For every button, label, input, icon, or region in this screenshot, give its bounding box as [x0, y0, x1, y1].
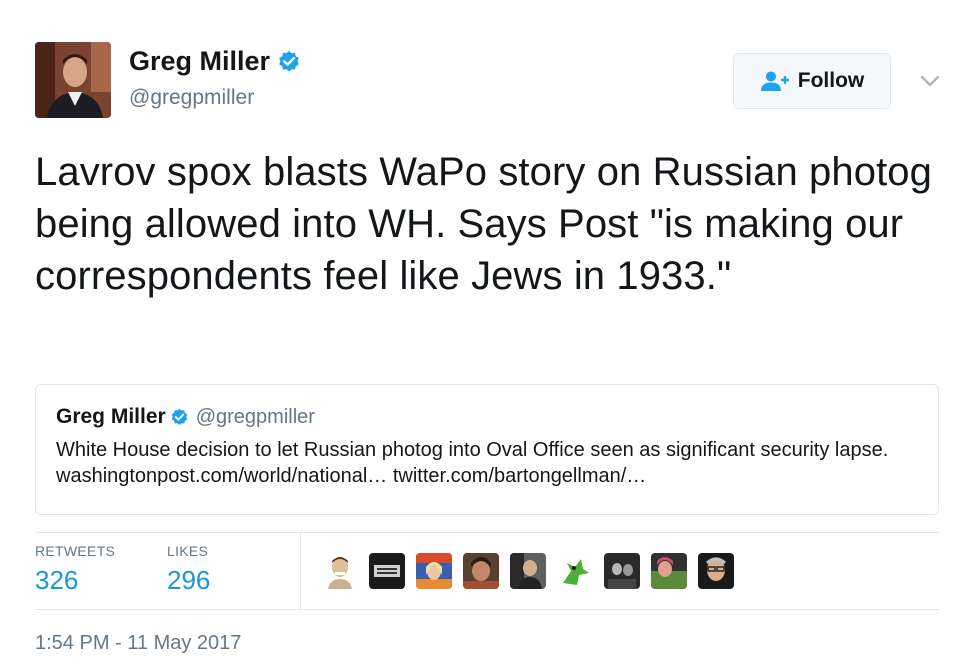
author-name-row: Greg Miller — [129, 46, 301, 77]
author-avatar[interactable] — [35, 42, 111, 118]
liker-avatars — [322, 553, 745, 589]
liker-avatar-image — [463, 553, 499, 589]
liker-avatar-image — [369, 553, 405, 589]
liker-avatar[interactable] — [557, 553, 593, 589]
liker-avatar-image — [416, 553, 452, 589]
liker-avatar-image — [651, 553, 687, 589]
retweets-stat[interactable]: RETWEETS 326 — [35, 543, 115, 596]
quoted-tweet-text: White House decision to let Russian phot… — [56, 439, 889, 487]
quoted-tweet-header: Greg Miller @gregpmiller — [56, 405, 918, 429]
tweet-text: Lavrov spox blasts WaPo story on Russian… — [35, 150, 933, 298]
liker-avatar[interactable] — [322, 553, 358, 589]
tweet-timestamp[interactable]: 1:54 PM - 11 May 2017 — [35, 632, 241, 655]
author-name[interactable]: Greg Miller — [129, 46, 270, 77]
follow-button-label: Follow — [797, 69, 865, 92]
quoted-author-handle: @gregpmiller — [195, 405, 315, 428]
liker-avatar-image — [698, 553, 734, 589]
liker-avatar-image — [322, 553, 358, 589]
liker-avatar[interactable] — [651, 553, 687, 589]
author-handle[interactable]: @gregpmiller — [129, 86, 254, 110]
follow-user-icon — [760, 71, 789, 91]
stats-bottom-divider — [35, 609, 939, 610]
verified-badge-icon — [279, 50, 299, 71]
likes-label: LIKES — [167, 543, 209, 559]
quoted-author-name: Greg Miller — [56, 405, 166, 428]
tweet-stats: RETWEETS 326 LIKES 296 — [35, 533, 939, 609]
liker-avatar[interactable] — [698, 553, 734, 589]
liker-avatar[interactable] — [510, 553, 546, 589]
retweets-label: RETWEETS — [35, 543, 116, 559]
stats-vertical-divider — [300, 533, 301, 609]
liker-avatar-image — [604, 553, 640, 589]
chevron-down-icon[interactable] — [919, 70, 941, 92]
liker-avatar[interactable] — [416, 553, 452, 589]
quoted-verified-badge-icon — [171, 408, 187, 425]
retweets-count: 326 — [35, 565, 79, 595]
author-avatar-image — [35, 42, 111, 118]
liker-avatar[interactable] — [463, 553, 499, 589]
quoted-tweet[interactable]: Greg Miller @gregpmiller White House dec… — [35, 384, 939, 515]
liker-avatar[interactable] — [604, 553, 640, 589]
follow-button[interactable]: Follow — [733, 53, 891, 109]
liker-avatar-image — [510, 553, 546, 589]
liker-avatar-image — [557, 553, 593, 589]
liker-avatar[interactable] — [369, 553, 405, 589]
likes-stat[interactable]: LIKES 296 — [167, 543, 210, 596]
likes-count: 296 — [167, 565, 211, 595]
